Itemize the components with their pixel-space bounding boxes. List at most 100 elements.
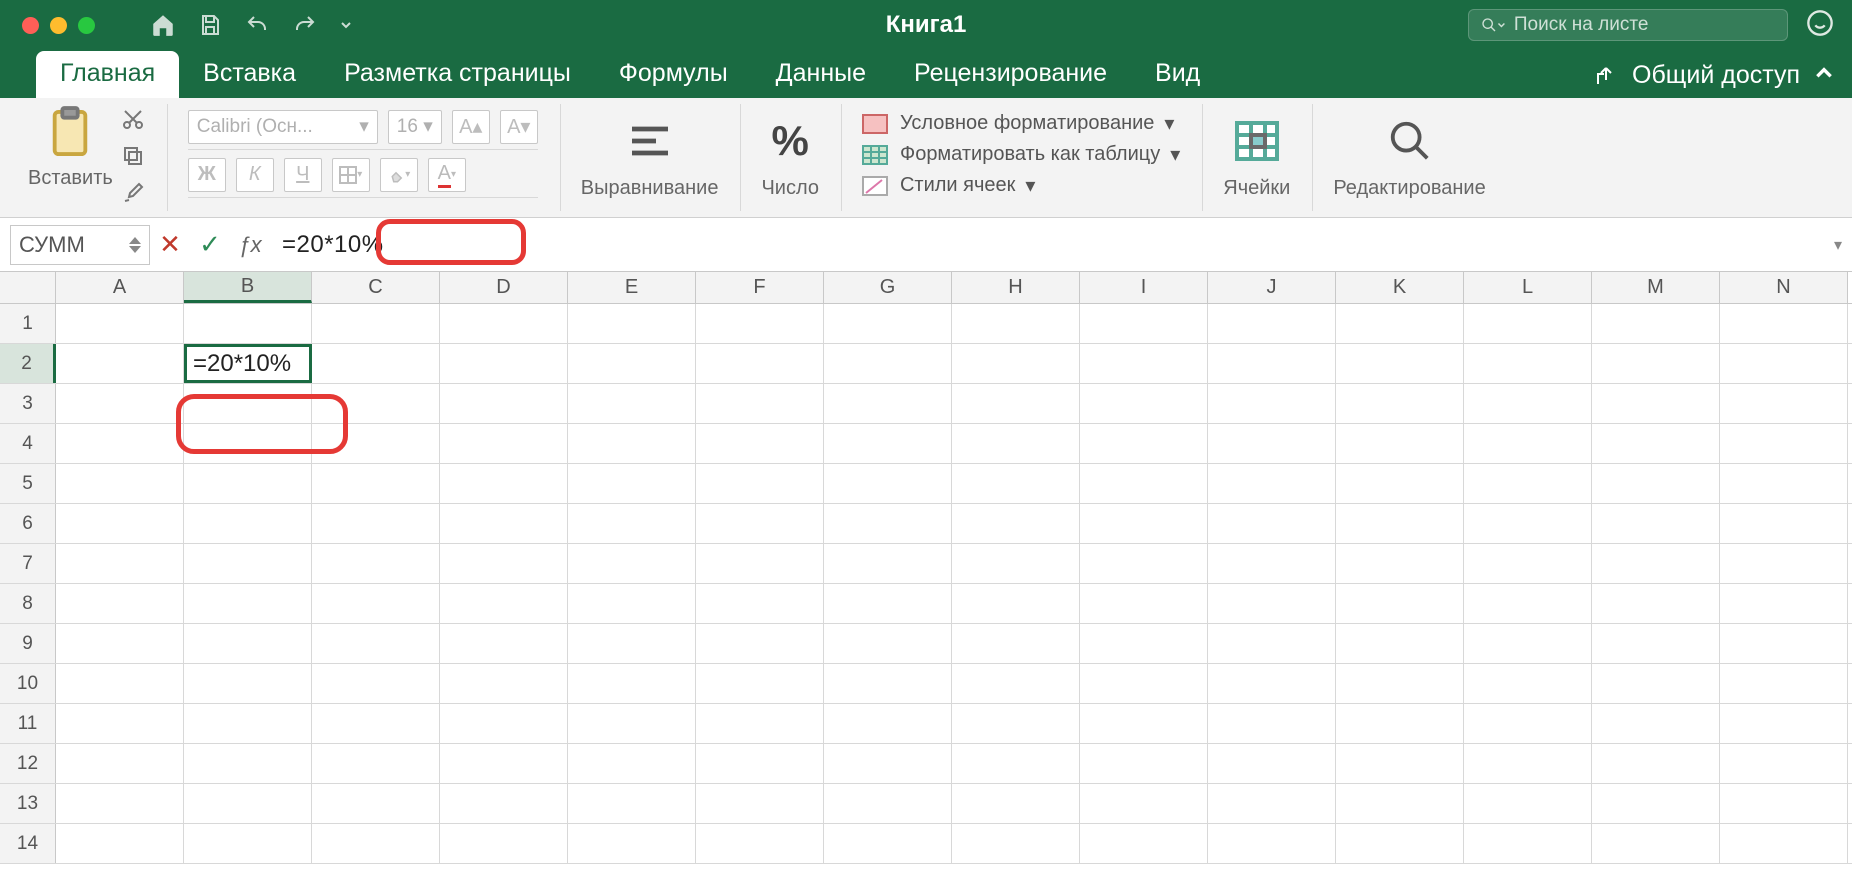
cell-C3[interactable] [312,384,440,423]
select-all-corner[interactable] [0,272,56,303]
cell-M14[interactable] [1592,824,1720,863]
cell-F6[interactable] [696,504,824,543]
cell-I13[interactable] [1080,784,1208,823]
cells-icon[interactable] [1231,115,1283,167]
cell-H5[interactable] [952,464,1080,503]
column-header-A[interactable]: A [56,272,184,303]
cell-E5[interactable] [568,464,696,503]
row-header-9[interactable]: 9 [0,624,56,663]
cell-G3[interactable] [824,384,952,423]
cell-A3[interactable] [56,384,184,423]
cell-L14[interactable] [1464,824,1592,863]
cell-L13[interactable] [1464,784,1592,823]
cell-L12[interactable] [1464,744,1592,783]
cell-J4[interactable] [1208,424,1336,463]
tab-data[interactable]: Данные [752,51,890,98]
share-button[interactable]: Общий доступ [1632,61,1800,90]
cell-A7[interactable] [56,544,184,583]
cell-N9[interactable] [1720,624,1848,663]
cell-L1[interactable] [1464,304,1592,343]
home-icon[interactable] [150,12,176,38]
cell-L8[interactable] [1464,584,1592,623]
column-header-M[interactable]: M [1592,272,1720,303]
cell-E10[interactable] [568,664,696,703]
cell-B8[interactable] [184,584,312,623]
cell-I8[interactable] [1080,584,1208,623]
cell-D14[interactable] [440,824,568,863]
cell-M2[interactable] [1592,344,1720,383]
cell-G10[interactable] [824,664,952,703]
cell-J7[interactable] [1208,544,1336,583]
cell-F8[interactable] [696,584,824,623]
cell-I12[interactable] [1080,744,1208,783]
cell-L7[interactable] [1464,544,1592,583]
cell-C2[interactable] [312,344,440,383]
cell-L3[interactable] [1464,384,1592,423]
cell-A2[interactable] [56,344,184,383]
cell-B5[interactable] [184,464,312,503]
cell-C13[interactable] [312,784,440,823]
cell-C6[interactable] [312,504,440,543]
cell-G5[interactable] [824,464,952,503]
cell-D9[interactable] [440,624,568,663]
row-header-4[interactable]: 4 [0,424,56,463]
cell-K4[interactable] [1336,424,1464,463]
cancel-formula-button[interactable]: ✕ [150,229,190,260]
cell-M8[interactable] [1592,584,1720,623]
row-header-5[interactable]: 5 [0,464,56,503]
paste-icon[interactable] [45,105,95,161]
cell-A12[interactable] [56,744,184,783]
cell-D11[interactable] [440,704,568,743]
decrease-font-icon[interactable]: A▾ [500,110,538,144]
cell-E13[interactable] [568,784,696,823]
cut-icon[interactable] [121,107,145,136]
cell-B2[interactable]: =20*10% [184,344,312,383]
row-header-7[interactable]: 7 [0,544,56,583]
borders-button[interactable]: ▾ [332,158,370,192]
cell-L4[interactable] [1464,424,1592,463]
bold-button[interactable]: Ж [188,158,226,192]
cell-H8[interactable] [952,584,1080,623]
cell-K2[interactable] [1336,344,1464,383]
column-header-C[interactable]: C [312,272,440,303]
cell-L2[interactable] [1464,344,1592,383]
cell-E14[interactable] [568,824,696,863]
font-name-combo[interactable]: Calibri (Осн...▾ [188,110,378,144]
formula-input[interactable] [270,231,1842,259]
cell-H2[interactable] [952,344,1080,383]
cell-H9[interactable] [952,624,1080,663]
cell-J11[interactable] [1208,704,1336,743]
cell-B13[interactable] [184,784,312,823]
row-header-13[interactable]: 13 [0,784,56,823]
cell-B4[interactable] [184,424,312,463]
cell-J12[interactable] [1208,744,1336,783]
sheet-search[interactable] [1468,9,1788,41]
tab-insert[interactable]: Вставка [179,51,320,98]
cell-N4[interactable] [1720,424,1848,463]
row-header-6[interactable]: 6 [0,504,56,543]
cell-G11[interactable] [824,704,952,743]
cell-E11[interactable] [568,704,696,743]
cell-G7[interactable] [824,544,952,583]
cell-I3[interactable] [1080,384,1208,423]
cell-H13[interactable] [952,784,1080,823]
cell-J2[interactable] [1208,344,1336,383]
cell-C11[interactable] [312,704,440,743]
column-header-G[interactable]: G [824,272,952,303]
tab-home[interactable]: Главная [36,51,179,98]
column-header-J[interactable]: J [1208,272,1336,303]
cell-I14[interactable] [1080,824,1208,863]
cell-C12[interactable] [312,744,440,783]
cell-K14[interactable] [1336,824,1464,863]
cell-K8[interactable] [1336,584,1464,623]
cell-N11[interactable] [1720,704,1848,743]
cell-B14[interactable] [184,824,312,863]
cell-C5[interactable] [312,464,440,503]
cell-J1[interactable] [1208,304,1336,343]
cell-B7[interactable] [184,544,312,583]
cell-E7[interactable] [568,544,696,583]
enter-formula-button[interactable]: ✓ [190,229,230,260]
save-icon[interactable] [198,13,222,37]
cell-F11[interactable] [696,704,824,743]
row-header-3[interactable]: 3 [0,384,56,423]
